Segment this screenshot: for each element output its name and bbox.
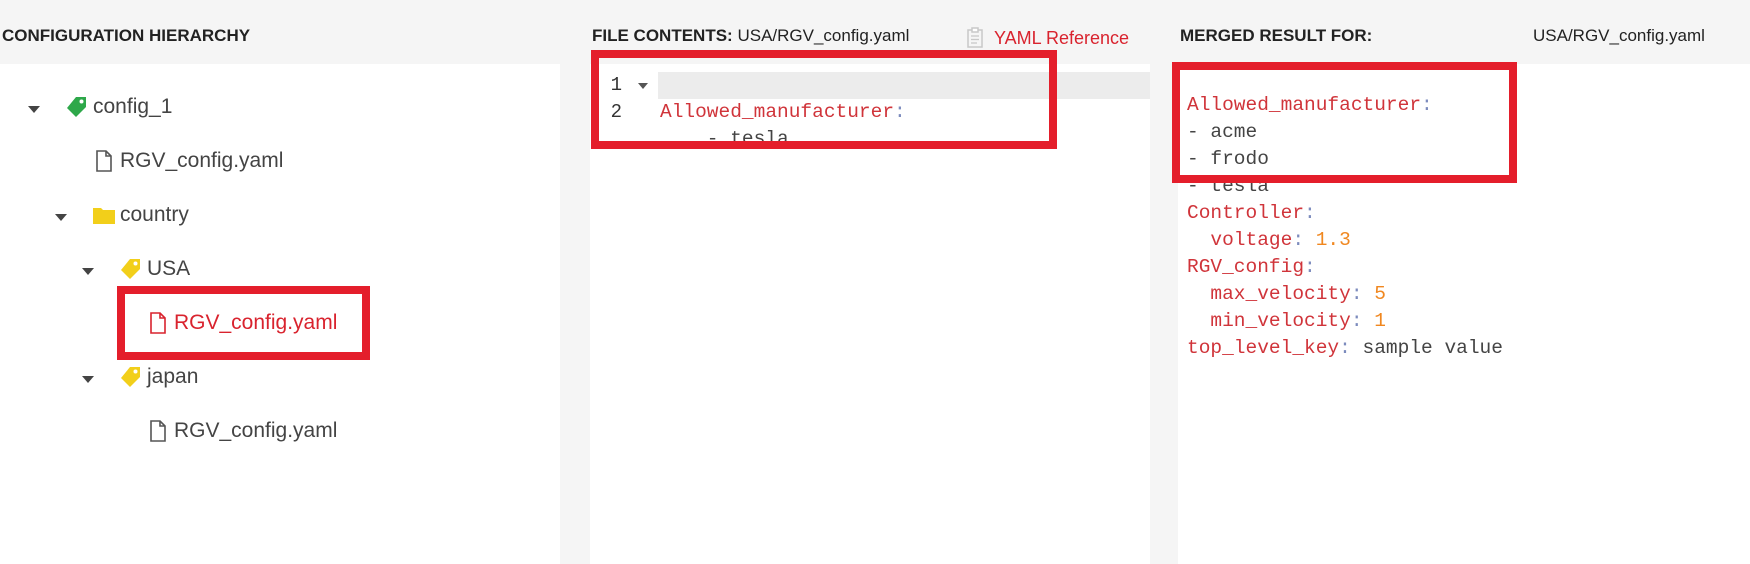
yaml-number: 1.3 [1315,229,1351,251]
collapse-caret-usa[interactable] [82,268,94,275]
tree-item-japan[interactable]: japan [119,360,198,394]
tree-item-label: japan [147,365,199,388]
tag-icon [119,365,143,389]
yaml-sep: : [1339,337,1363,359]
code-line: top_level_key: sample value [1187,335,1503,362]
merged-result-header: MERGED RESULT FOR: [1180,26,1372,46]
code-line: - tesla [1187,173,1503,200]
collapse-caret-config-1[interactable] [28,106,40,113]
yaml-sep: : [1292,229,1316,251]
hierarchy-panel: config_1 RGV_config.yaml country USA RGV… [0,64,560,564]
tree-item-label: RGV_config.yaml [174,311,338,334]
yaml-number: 5 [1374,283,1386,305]
yaml-value: - tesla [660,128,789,150]
code-line: Controller: [1187,200,1503,227]
yaml-number: 1 [1374,310,1386,332]
yaml-key: min_velocity [1187,310,1351,332]
yaml-key: RGV_config [1187,256,1305,278]
code-line: Allowed_manufacturer: [1187,92,1503,119]
yaml-reference-label: YAML Reference [994,27,1130,48]
tree-item-country[interactable]: country [92,198,189,232]
line-numbers: 1 2 [598,72,622,126]
yaml-key: voltage [1187,229,1293,251]
tree-item-label: RGV_config.yaml [120,149,284,172]
code-line: voltage: 1.3 [1187,227,1503,254]
yaml-key: max_velocity [1187,283,1351,305]
tree-item-usa[interactable]: USA [119,252,190,286]
yaml-sep: : [1350,310,1375,332]
file-contents-title: FILE CONTENTS: [592,26,733,45]
tree-item-label: config_1 [93,95,173,118]
tree-item-label: RGV_config.yaml [174,419,338,442]
code-line: RGV_config: [1187,254,1503,281]
fold-toggle-icon[interactable] [638,83,648,89]
tree-item-config-1[interactable]: config_1 [65,90,172,124]
yaml-sep: : [1421,94,1433,116]
yaml-key: Allowed_manufacturer [1187,94,1422,116]
yaml-value: - tesla [1187,175,1269,197]
file-contents-header: FILE CONTENTS: USA/RGV_config.yaml [592,26,909,46]
clipboard-icon [967,27,983,48]
yaml-value: - acme [1187,121,1258,143]
yaml-sep: : [1304,202,1316,224]
tree-item-rgv-config-japan[interactable]: RGV_config.yaml [146,414,337,448]
line-number: 1 [610,74,622,96]
file-editor-panel[interactable]: 1 2 Allowed_manufacturer: - tesla [590,64,1150,564]
merged-result-path: USA/RGV_config.yaml [1533,26,1705,46]
hierarchy-title-text: CONFIGURATION HIERARCHY [2,26,251,45]
collapse-caret-country[interactable] [55,214,67,221]
file-contents-path: USA/RGV_config.yaml [737,26,910,45]
yaml-value: sample value [1362,337,1503,359]
file-icon [146,311,170,335]
folder-icon [92,203,116,227]
code-line: - frodo [1187,146,1503,173]
yaml-reference-link[interactable]: YAML Reference [966,27,1129,49]
yaml-key: Controller [1187,202,1305,224]
code-line: - acme [1187,119,1503,146]
tree-item-rgv-config-usa[interactable]: RGV_config.yaml [146,306,337,340]
file-code[interactable]: Allowed_manufacturer: - tesla [660,72,906,153]
tree-item-rgv-config-root[interactable]: RGV_config.yaml [92,144,283,178]
yaml-sep: : [1350,283,1375,305]
file-icon [92,149,116,173]
code-line: - tesla [660,126,906,153]
collapse-caret-japan[interactable] [82,376,94,383]
file-icon [146,419,170,443]
tag-icon [65,95,89,119]
yaml-sep: : [894,101,906,123]
merged-result-panel: Allowed_manufacturer: - acme - frodo - tesl… [1178,64,1750,564]
tree-item-label: country [120,203,189,226]
code-line: max_velocity: 5 [1187,281,1503,308]
code-line: Allowed_manufacturer: [660,99,906,126]
code-line: min_velocity: 1 [1187,308,1503,335]
merged-code: Allowed_manufacturer: - acme - frodo - tesl… [1187,65,1503,362]
tree-item-label: USA [147,257,191,280]
line-number: 2 [610,101,622,123]
yaml-key: Allowed_manufacturer [660,101,895,123]
yaml-key: top_level_key [1187,337,1340,359]
merged-path-text: USA/RGV_config.yaml [1533,26,1705,45]
yaml-sep: : [1304,256,1316,278]
tag-icon [119,257,143,281]
configuration-hierarchy-title: CONFIGURATION HIERARCHY [2,26,250,46]
merged-result-title: MERGED RESULT FOR: [1180,26,1373,45]
yaml-value: - frodo [1187,148,1269,170]
